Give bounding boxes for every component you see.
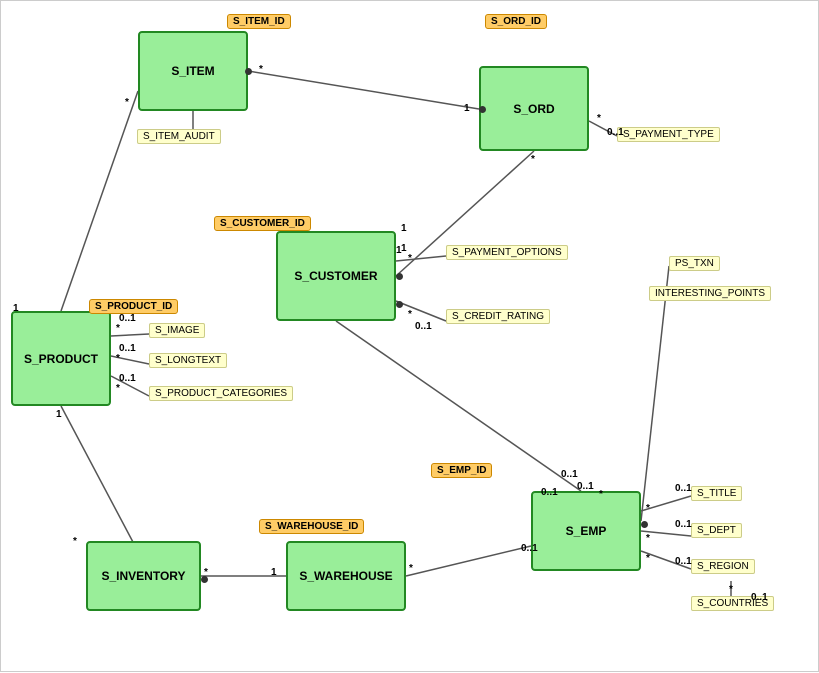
table-s-image: S_IMAGE <box>149 323 205 338</box>
card-emp-title1: * <box>646 503 650 514</box>
dot-2 <box>479 106 486 113</box>
entity-s-inventory[interactable]: S_INVENTORY <box>86 541 201 611</box>
card-prod-long1: * <box>116 353 120 364</box>
pk-s-warehouse-id: S_WAREHOUSE_ID <box>259 519 364 534</box>
card-cust-cred1: * <box>408 309 412 320</box>
entity-s-item[interactable]: S_ITEM <box>138 31 248 111</box>
dot-6 <box>396 301 403 308</box>
card-cust-pay-opt2: 1 <box>396 245 402 256</box>
card-wh-emp1: * <box>409 563 413 574</box>
card-reg-cntry1: * <box>729 584 733 595</box>
dot-5 <box>641 521 648 528</box>
card-ord-cust-2: 1 <box>401 223 407 234</box>
card-item-ord-1: * <box>259 64 263 75</box>
card-emp-title2: 0..1 <box>675 483 692 494</box>
table-s-region: S_REGION <box>691 559 755 574</box>
card-emp-dept2: 0..1 <box>675 519 692 530</box>
pk-s-product-id: S_PRODUCT_ID <box>89 299 178 314</box>
table-interesting-points: INTERESTING_POINTS <box>649 286 771 301</box>
card-emp-cust1: 0..1 <box>541 487 558 498</box>
table-s-item-audit: S_ITEM_AUDIT <box>137 129 221 144</box>
dot-4 <box>201 576 208 583</box>
table-s-credit-rating: S_CREDIT_RATING <box>446 309 550 324</box>
table-s-payment-type: S_PAYMENT_TYPE <box>617 127 720 142</box>
card-item-product-1: * <box>125 97 129 108</box>
table-s-longtext: S_LONGTEXT <box>149 353 227 368</box>
card-ord-cust-1: * <box>531 154 535 165</box>
table-s-dept: S_DEPT <box>691 523 742 538</box>
pk-s-customer-id: S_CUSTOMER_ID <box>214 216 311 231</box>
entity-s-customer[interactable]: S_CUSTOMER <box>276 231 396 321</box>
card-ord-pay1: * <box>597 113 601 124</box>
card-cust-cred2: 0..1 <box>415 321 432 332</box>
entity-s-warehouse[interactable]: S_WAREHOUSE <box>286 541 406 611</box>
table-s-payment-options: S_PAYMENT_OPTIONS <box>446 245 568 260</box>
card-reg-cntry2: 0..1 <box>751 592 768 603</box>
card-prod-cat1: * <box>116 383 120 394</box>
card-cust-pay-opt1: * <box>408 253 412 264</box>
card-wh-emp2: 0..1 <box>521 543 538 554</box>
card-prod-img2: 0..1 <box>119 313 136 324</box>
card-prod-long2: 0..1 <box>119 343 136 354</box>
card-ord-pay2: 0..1 <box>607 127 624 138</box>
card-inv-wh2: 1 <box>271 567 277 578</box>
card-emp-reg2: 0..1 <box>675 556 692 567</box>
entity-s-ord[interactable]: S_ORD <box>479 66 589 151</box>
card-emp-cust3: 0..1 <box>577 481 594 492</box>
table-s-product-categories: S_PRODUCT_CATEGORIES <box>149 386 293 401</box>
pk-s-ord-id: S_ORD_ID <box>485 14 547 29</box>
table-ps-txn: PS_TXN <box>669 256 720 271</box>
table-s-title: S_TITLE <box>691 486 742 501</box>
pk-s-emp-id: S_EMP_ID <box>431 463 492 478</box>
dot-3 <box>396 273 403 280</box>
card-emp-cust4: * <box>599 489 603 500</box>
er-diagram: S_ITEM S_ORD S_CUSTOMER S_PRODUCT S_EMP … <box>0 0 819 672</box>
card-prod-img1: * <box>116 323 120 334</box>
card-item-ord-2: 1 <box>464 103 470 114</box>
card-prod-inv1: 1 <box>56 409 62 420</box>
card-prod-cat2: 0..1 <box>119 373 136 384</box>
card-emp-cust2: 0..1 <box>561 469 578 480</box>
dot-1 <box>245 68 252 75</box>
card-item-product-2: 1 <box>13 303 19 314</box>
card-prod-inv2: * <box>73 536 77 547</box>
card-emp-reg1: * <box>646 553 650 564</box>
entity-s-product[interactable]: S_PRODUCT <box>11 311 111 406</box>
entity-s-emp[interactable]: S_EMP <box>531 491 641 571</box>
pk-s-item-id: S_ITEM_ID <box>227 14 291 29</box>
card-emp-dept1: * <box>646 533 650 544</box>
